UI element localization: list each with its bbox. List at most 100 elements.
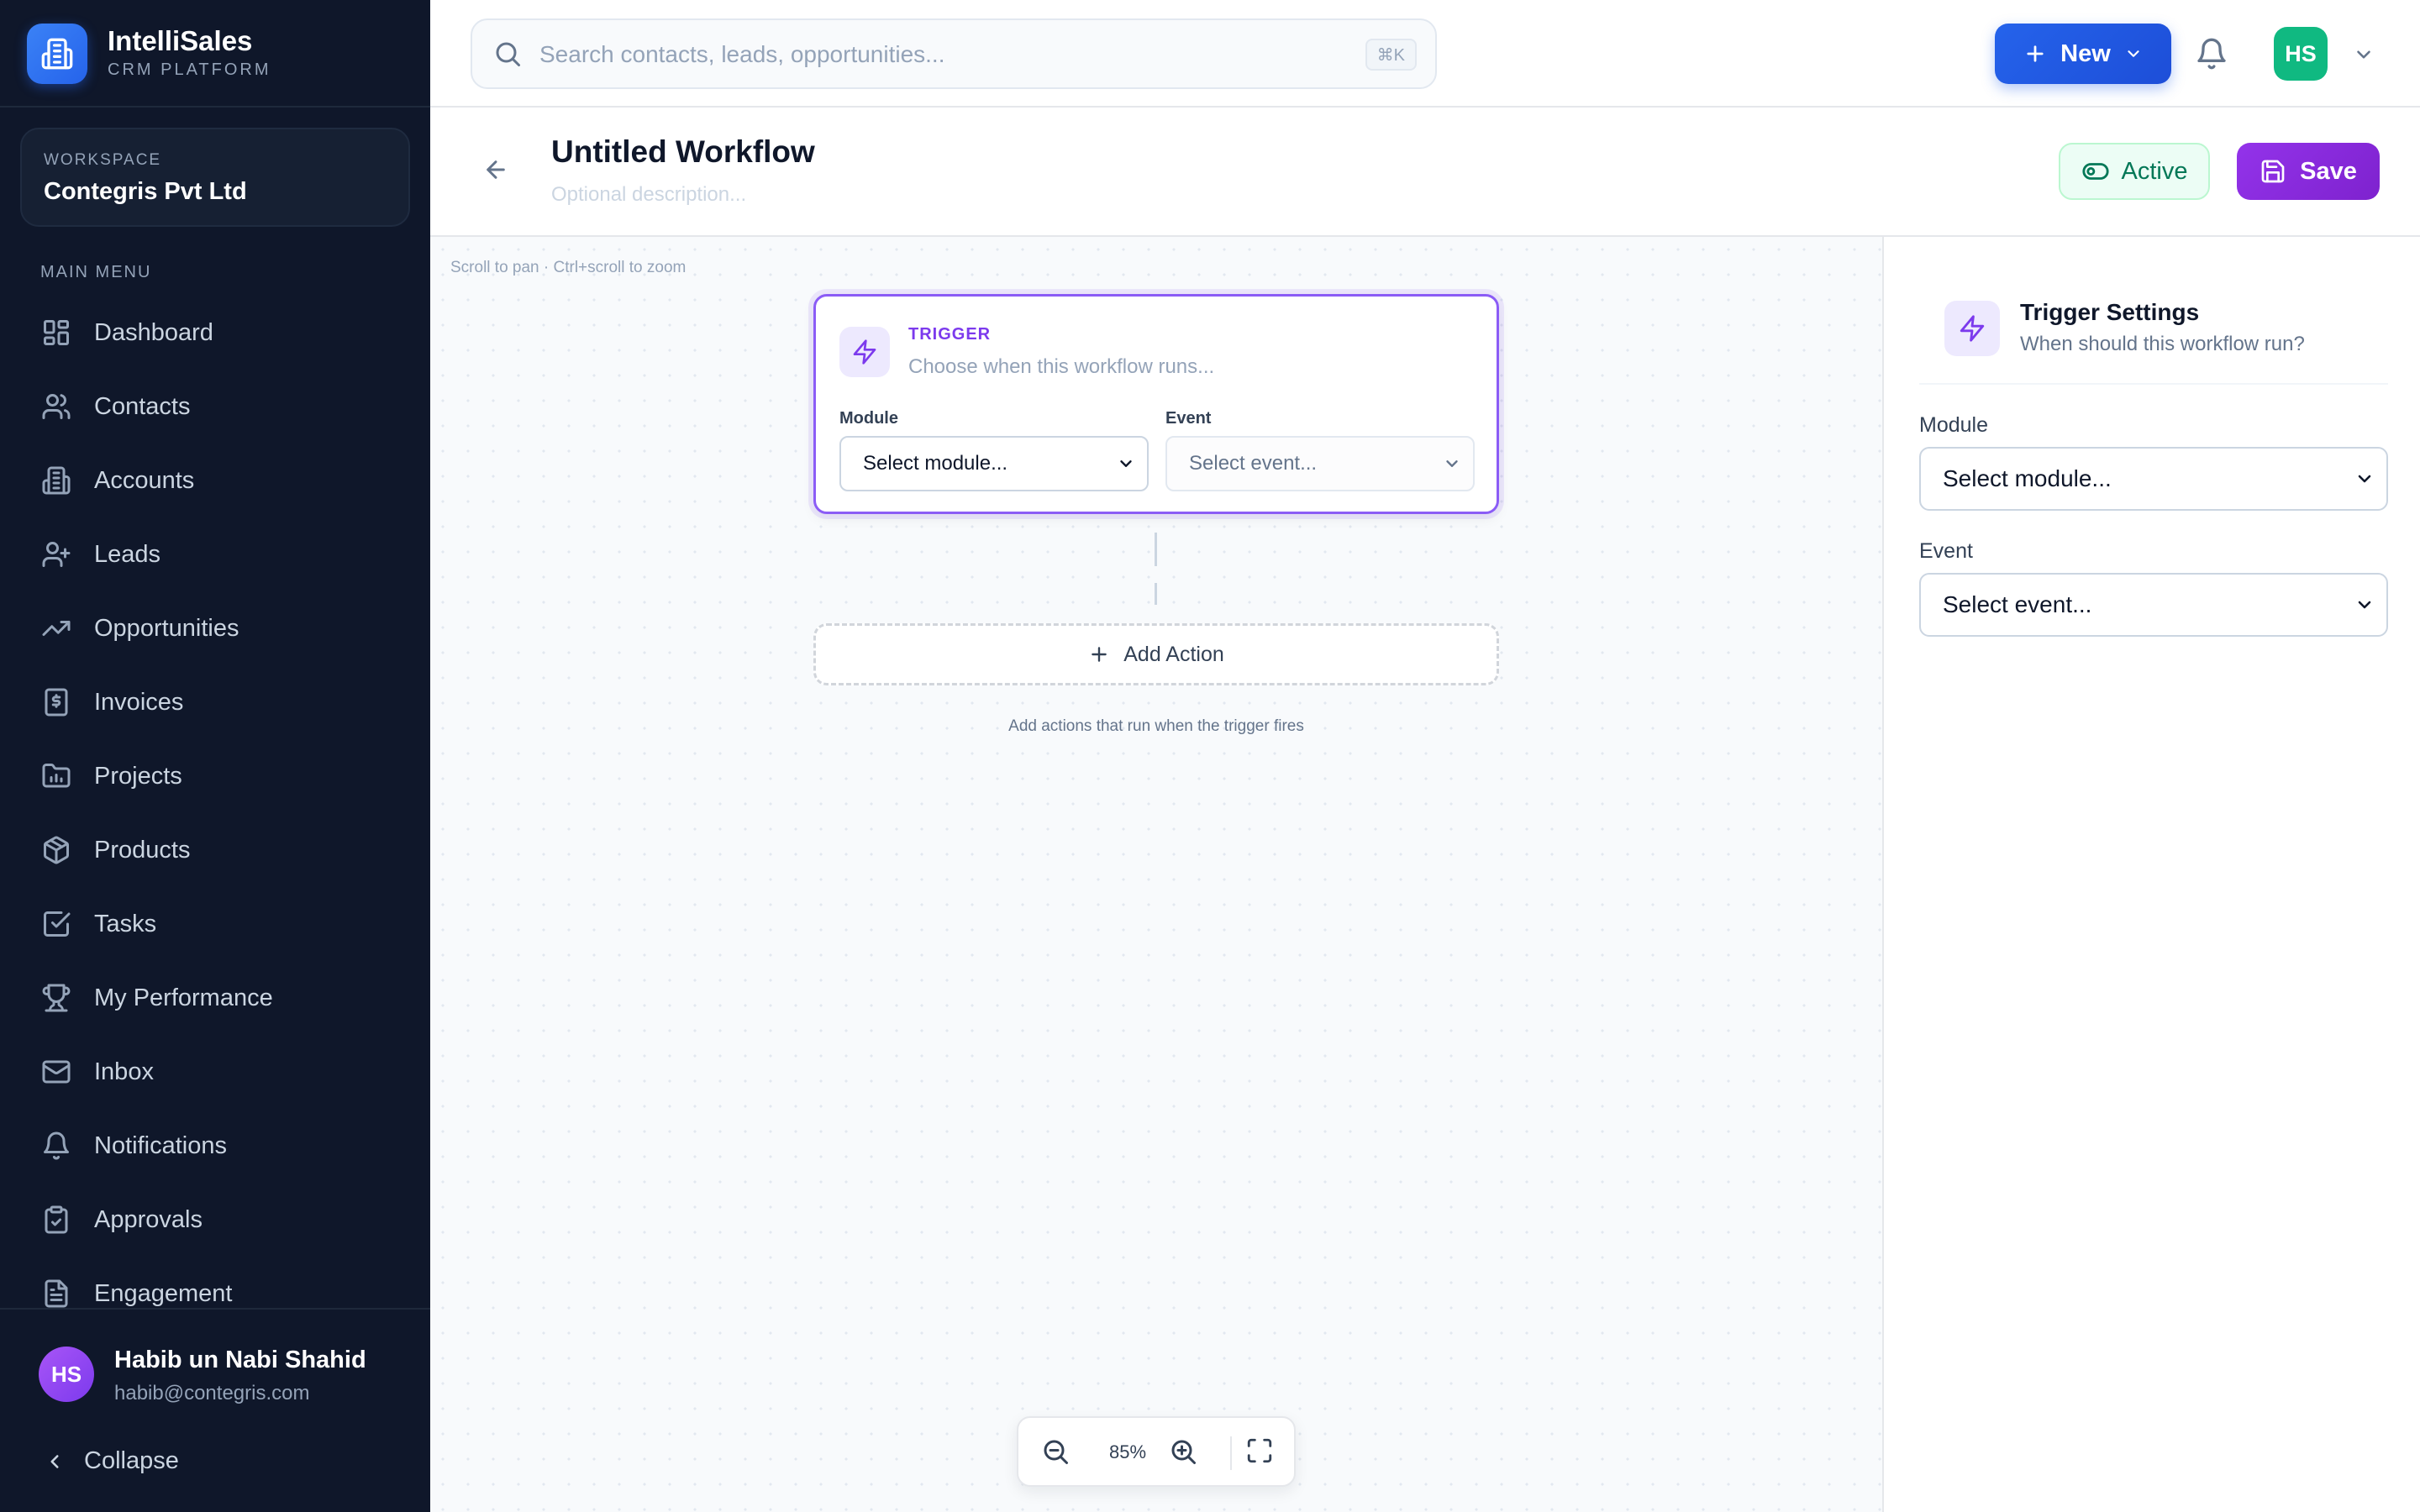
active-toggle-button[interactable]: Active <box>2059 143 2210 200</box>
sidebar-item-label: Inbox <box>94 1058 154 1085</box>
notifications-bell-icon[interactable] <box>2195 37 2228 71</box>
sidebar-item-label: Opportunities <box>94 614 239 642</box>
panel-module-label: Module <box>1919 413 1988 437</box>
zoom-controls: 85% <box>1017 1416 1296 1487</box>
user-avatar[interactable]: HS <box>39 1347 94 1402</box>
chevron-down-icon <box>1117 454 1135 473</box>
canvas-hint: Scroll to pan · Ctrl+scroll to zoom <box>450 259 687 276</box>
fit-screen-icon[interactable] <box>1245 1436 1274 1465</box>
connector-line <box>1155 583 1157 605</box>
new-button-label: New <box>2060 39 2111 67</box>
building-logo-icon[interactable] <box>27 24 87 84</box>
folder-chart-icon <box>40 760 72 792</box>
sidebar-item-label: My Performance <box>94 984 273 1011</box>
panel-module-select[interactable]: Select module... <box>1919 447 2388 511</box>
connector-line <box>1155 533 1157 566</box>
chevron-down-icon <box>2354 595 2375 615</box>
plus-icon <box>1088 643 1110 665</box>
zoom-level: 85% <box>1108 1441 1147 1462</box>
trigger-label: TRIGGER <box>908 325 992 344</box>
sidebar: IntelliSales CRM PLATFORM WORKSPACE Cont… <box>0 0 430 1512</box>
plus-icon <box>2023 42 2047 66</box>
sidebar-item-label: Contacts <box>94 392 191 420</box>
sidebar-item-contacts[interactable]: Contacts <box>0 370 430 444</box>
search-shortcut-badge: ⌘K <box>1365 39 1417 71</box>
sidebar-item-notifications[interactable]: Notifications <box>0 1109 430 1183</box>
sidebar-item-dashboard[interactable]: Dashboard <box>0 296 430 370</box>
active-label: Active <box>2121 157 2188 185</box>
user-name: Habib un Nabi Shahid <box>114 1347 366 1373</box>
sidebar-item-label: Dashboard <box>94 318 213 346</box>
check-square-icon <box>40 908 72 940</box>
sidebar-item-accounts[interactable]: Accounts <box>0 444 430 517</box>
sidebar-item-my-performance[interactable]: My Performance <box>0 961 430 1035</box>
building-icon <box>40 465 72 496</box>
sidebar-item-label: Products <box>94 836 191 864</box>
trending-up-icon <box>40 612 72 644</box>
trigger-settings-panel: Trigger Settings When should this workfl… <box>1882 237 2420 1512</box>
lightning-icon <box>1944 301 2000 356</box>
sidebar-item-leads[interactable]: Leads <box>0 517 430 591</box>
sidebar-item-label: Accounts <box>94 466 195 494</box>
trophy-icon <box>40 982 72 1014</box>
profile-menu-chevron-icon[interactable] <box>2353 44 2375 66</box>
user-profile: HS Habib un Nabi Shahid habib@contegris.… <box>0 1308 430 1512</box>
profile-avatar[interactable]: HS <box>2274 27 2328 81</box>
brand-subtitle: CRM PLATFORM <box>108 60 271 79</box>
zoom-out-icon[interactable] <box>1040 1436 1071 1467</box>
sidebar-item-tasks[interactable]: Tasks <box>0 887 430 961</box>
workflow-title-input[interactable] <box>551 134 1223 170</box>
collapse-button[interactable]: Collapse <box>44 1447 179 1475</box>
trigger-module-select[interactable]: Select module... <box>839 436 1149 491</box>
add-action-label: Add Action <box>1123 642 1224 666</box>
sidebar-item-inbox[interactable]: Inbox <box>0 1035 430 1109</box>
trigger-event-select[interactable]: Select event... <box>1165 436 1475 491</box>
trigger-node[interactable]: TRIGGER Choose when this workflow runs..… <box>813 294 1499 514</box>
zoom-divider <box>1230 1436 1232 1470</box>
global-search: ⌘K <box>471 18 1437 89</box>
panel-subtitle: When should this workflow run? <box>2020 333 2305 355</box>
chevron-down-icon <box>2354 469 2375 489</box>
panel-module-value: Select module... <box>1943 465 2112 491</box>
panel-event-select[interactable]: Select event... <box>1919 573 2388 637</box>
workspace-name: Contegris Pvt Ltd <box>44 178 247 205</box>
workflow-canvas[interactable]: Scroll to pan · Ctrl+scroll to zoom TRIG… <box>430 237 1882 1512</box>
workspace-switcher[interactable]: WORKSPACE Contegris Pvt Ltd <box>20 128 410 227</box>
sidebar-item-projects[interactable]: Projects <box>0 739 430 813</box>
lightning-icon <box>839 327 890 377</box>
panel-event-label: Event <box>1919 539 1973 563</box>
panel-event-value: Select event... <box>1943 591 2092 617</box>
main-menu-heading: MAIN MENU <box>40 263 152 281</box>
workflow-description-input[interactable] <box>551 183 1223 207</box>
chevron-down-icon <box>1443 454 1461 473</box>
zoom-in-icon[interactable] <box>1168 1436 1198 1467</box>
save-button[interactable]: Save <box>2237 143 2380 200</box>
add-action-button[interactable]: Add Action <box>813 623 1499 685</box>
toggle-icon <box>2081 157 2110 186</box>
collapse-label: Collapse <box>84 1447 179 1474</box>
dashboard-icon <box>40 317 72 349</box>
search-input[interactable] <box>538 30 1294 79</box>
file-text-icon <box>40 1278 72 1310</box>
workspace-label: WORKSPACE <box>44 151 162 169</box>
trigger-event-value: Select event... <box>1189 452 1318 475</box>
users-icon <box>40 391 72 423</box>
trigger-module-value: Select module... <box>863 452 1008 475</box>
clipboard-check-icon <box>40 1204 72 1236</box>
sidebar-item-label: Invoices <box>94 688 184 716</box>
new-button[interactable]: New <box>1995 24 2171 84</box>
sidebar-item-invoices[interactable]: Invoices <box>0 665 430 739</box>
sidebar-item-approvals[interactable]: Approvals <box>0 1183 430 1257</box>
sidebar-item-products[interactable]: Products <box>0 813 430 887</box>
bell-icon <box>40 1130 72 1162</box>
workflow-header: Active Save <box>430 108 2420 237</box>
brand-name: IntelliSales <box>108 25 253 56</box>
sidebar-item-opportunities[interactable]: Opportunities <box>0 591 430 665</box>
save-icon <box>2260 158 2286 185</box>
arrow-left-icon[interactable] <box>482 156 509 183</box>
add-action-hint: Add actions that run when the trigger fi… <box>1008 717 1304 735</box>
sidebar-item-label: Projects <box>94 762 182 790</box>
panel-divider <box>1919 383 2388 385</box>
package-icon <box>40 834 72 866</box>
save-label: Save <box>2300 157 2357 185</box>
